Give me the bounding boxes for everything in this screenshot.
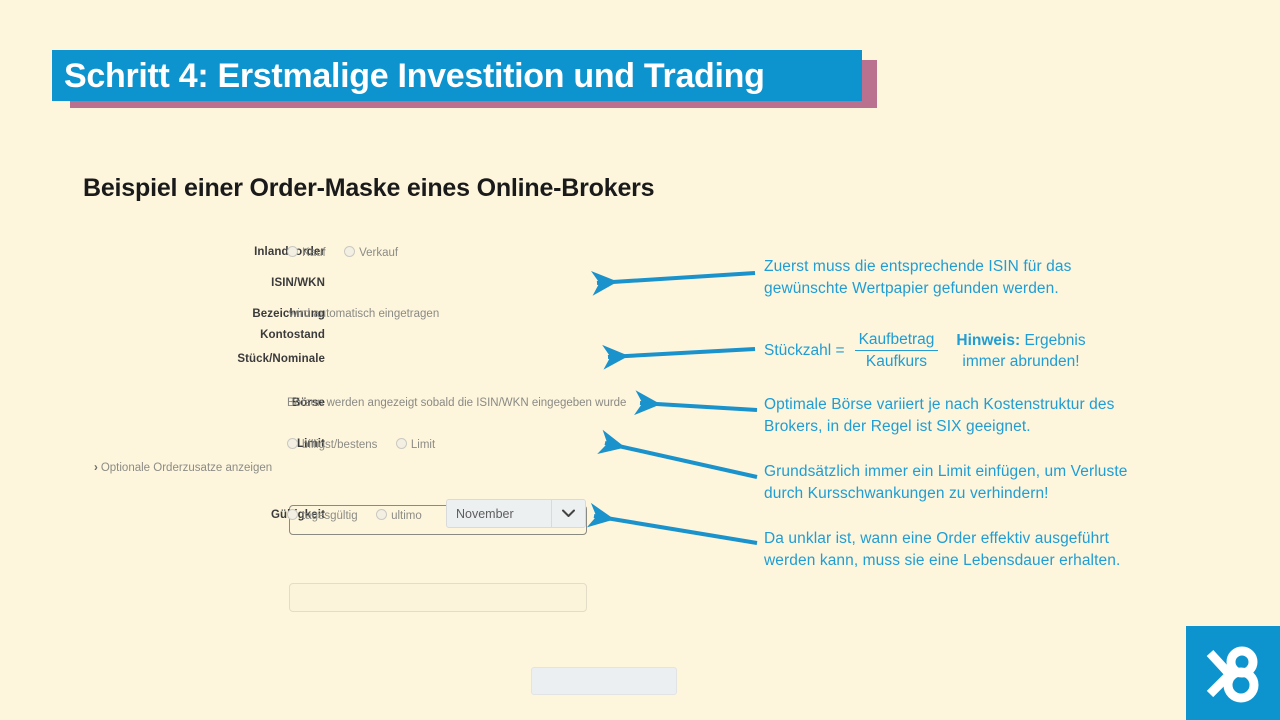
subtitle: Beispiel einer Order-Maske eines Online-… bbox=[83, 174, 655, 202]
formula-hint: Hinweis: Ergebnis immer abrunden! bbox=[956, 330, 1085, 372]
form-row-isin-wkn: ISIN/WKN bbox=[85, 272, 645, 294]
value-boerse: Börsen werden angezeigt sobald die ISIN/… bbox=[287, 397, 627, 409]
radio-dot-icon bbox=[287, 246, 298, 257]
formula-numerator: Kaufbetrag bbox=[854, 331, 939, 351]
radio-tagesgueltig[interactable]: tagesgültig bbox=[287, 505, 358, 527]
form-row-inlandsorder: Inlandsorder Kauf Verkauf bbox=[85, 241, 645, 263]
radio-kauf[interactable]: Kauf bbox=[287, 242, 326, 264]
radio-ultimo-label: ultimo bbox=[391, 510, 422, 522]
formula-hint-line2: immer abrunden! bbox=[962, 353, 1080, 370]
order-form: Inlandsorder Kauf Verkauf ISIN/WKN Bezei… bbox=[85, 238, 677, 695]
radio-group-inlandsorder: Kauf Verkauf bbox=[287, 241, 412, 264]
value-bezeichnung: wird automatisch eingetragen bbox=[289, 308, 440, 320]
radio-group-gueltigkeit: tagesgültig ultimo bbox=[287, 504, 436, 527]
limit-input[interactable] bbox=[531, 667, 677, 695]
annotation-isin: Zuerst muss die entsprechende ISIN für d… bbox=[764, 258, 1072, 297]
radio-group-limit: billigst/bestens Limit bbox=[287, 433, 449, 456]
form-row-bezeichnung: Bezeichnung wird automatisch eingetragen bbox=[85, 303, 645, 325]
form-row-limit: Limit billigst/bestens Limit bbox=[85, 433, 645, 455]
annotation-formula: Stückzahl = Kaufbetrag Kaufkurs Hinweis:… bbox=[764, 330, 1086, 372]
brand-logo-icon bbox=[1206, 646, 1259, 703]
page-title: Schritt 4: Erstmalige Investition und Tr… bbox=[64, 57, 765, 95]
formula-hint-line1: Hinweis: Ergebnis bbox=[956, 330, 1085, 351]
label-stueck-nominale: Stück/Nominale bbox=[237, 353, 325, 365]
title-banner: Schritt 4: Erstmalige Investition und Tr… bbox=[52, 50, 877, 108]
radio-dot-icon bbox=[287, 438, 298, 449]
brand-logo-tile bbox=[1186, 626, 1280, 720]
stueck-nominale-input[interactable] bbox=[289, 583, 587, 612]
formula-fraction: Kaufbetrag Kaufkurs bbox=[854, 331, 939, 371]
chevron-right-icon: › bbox=[94, 462, 98, 474]
optional-orderzusaetze-link[interactable]: › Optionale Orderzusatze anzeigen bbox=[94, 462, 272, 474]
radio-limit-label: Limit bbox=[410, 439, 436, 451]
optional-orderzusaetze-label: Optionale Orderzusatze anzeigen bbox=[100, 462, 273, 474]
form-row-stueck-nominale: Stück/Nominale bbox=[85, 348, 645, 370]
radio-verkauf-label: Verkauf bbox=[359, 247, 399, 259]
formula-denominator: Kaufkurs bbox=[865, 353, 928, 370]
chevron-down-icon[interactable] bbox=[551, 500, 585, 527]
radio-dot-icon bbox=[287, 509, 298, 520]
radio-kauf-label: Kauf bbox=[302, 247, 326, 259]
formula-hint-rest: Ergebnis bbox=[1020, 332, 1086, 349]
radio-billigst-bestens[interactable]: billigst/bestens bbox=[287, 434, 377, 456]
annotation-boerse: Optimale Börse variiert je nach Kostenst… bbox=[764, 396, 1115, 435]
form-row-boerse: Börse Börsen werden angezeigt sobald die… bbox=[85, 392, 645, 414]
formula-left-side: Stückzahl = bbox=[764, 342, 845, 359]
month-select[interactable]: November bbox=[446, 499, 586, 528]
month-select-value: November bbox=[456, 506, 514, 521]
radio-limit[interactable]: Limit bbox=[395, 434, 436, 456]
annotation-limit: Grundsätzlich immer ein Limit einfügen, … bbox=[764, 463, 1128, 502]
radio-verkauf[interactable]: Verkauf bbox=[344, 242, 398, 264]
radio-dot-icon bbox=[344, 246, 356, 257]
label-isin-wkn: ISIN/WKN bbox=[271, 277, 325, 289]
radio-dot-icon bbox=[395, 438, 407, 449]
radio-dot-icon bbox=[376, 509, 388, 520]
annotation-gueltigkeit: Da unklar ist, wann eine Order effektiv … bbox=[764, 530, 1121, 569]
formula-hint-strong: Hinweis: bbox=[956, 332, 1021, 349]
form-row-kontostand: Kontostand bbox=[85, 324, 645, 346]
radio-ultimo[interactable]: ultimo bbox=[376, 505, 422, 527]
radio-billigst-bestens-label: billigst/bestens bbox=[302, 439, 378, 451]
arrow-boerse bbox=[634, 390, 758, 416]
label-kontostand: Kontostand bbox=[260, 329, 325, 341]
radio-tagesgueltig-label: tagesgültig bbox=[302, 510, 358, 522]
